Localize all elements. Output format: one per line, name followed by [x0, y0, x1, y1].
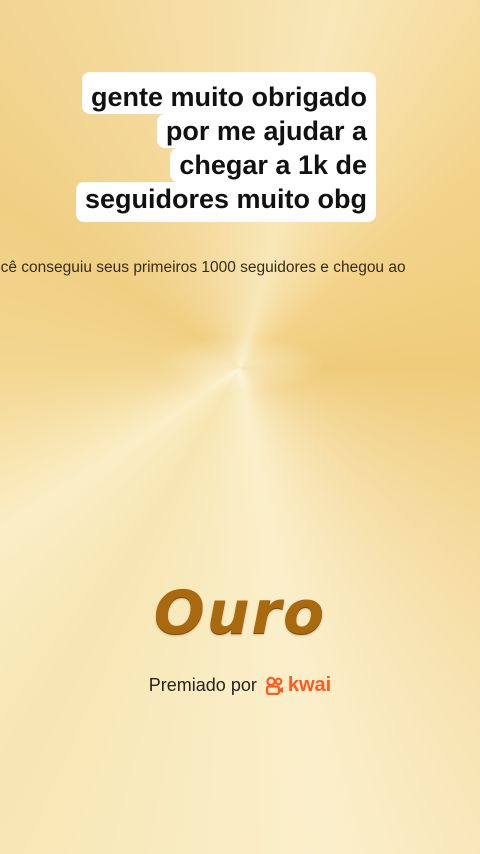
caption-line-1: gente muito obrigado	[82, 72, 376, 114]
video-caption: gente muito obrigado por me ajudar a che…	[75, 72, 376, 222]
kwai-brand-label: kwai	[287, 674, 332, 696]
award-title: Ouro	[153, 578, 327, 648]
kwai-brand: kwai	[265, 674, 331, 697]
kwai-logo-icon	[265, 676, 283, 695]
caption-line-3: chegar a 1k de	[170, 148, 376, 182]
caption-line-2: por me ajudar a	[156, 114, 376, 148]
achievement-message: ocê conseguiu seus primeiros 1000 seguid…	[0, 259, 406, 276]
award-prefix: Premiado por	[148, 675, 257, 695]
award-attribution: Premiado por kwai	[0, 674, 480, 697]
caption-line-4: seguidores muito obg	[75, 182, 376, 222]
